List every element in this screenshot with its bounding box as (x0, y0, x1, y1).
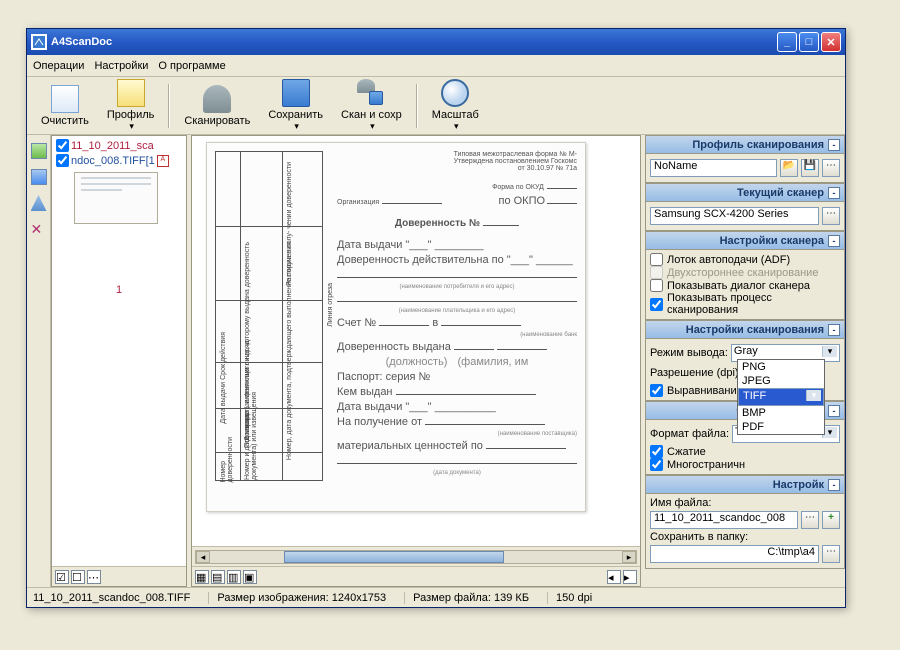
titlebar[interactable]: A4ScanDoc _ □ ✕ (27, 29, 845, 55)
multipage-checkbox[interactable] (650, 458, 663, 471)
thumbnail-image[interactable] (74, 172, 158, 224)
align-checkbox[interactable] (650, 384, 663, 397)
thumb-item[interactable]: 11_10_2011_sca (54, 138, 184, 153)
scan-profile-section: Профиль сканирования- NoName 📂 💾 ⋯ (645, 135, 845, 183)
filename-input[interactable]: 11_10_2011_scandoc_008 (650, 511, 798, 529)
profile-icon (117, 79, 145, 107)
collapse-icon[interactable]: - (828, 324, 840, 336)
separator (416, 84, 418, 128)
rotate-icon[interactable] (31, 195, 47, 211)
format-option[interactable]: JPEG (738, 374, 824, 388)
scanner-section: Текущий сканер- Samsung SCX-4200 Series … (645, 183, 845, 231)
profile-more-button[interactable]: ⋯ (822, 159, 840, 177)
view-mode-icon[interactable]: ▥ (227, 570, 241, 584)
preview-bottom-toolbar: ▦ ▤ ▥ ▣ ◂ ▸ (192, 566, 640, 586)
thumb-checkbox[interactable] (56, 154, 69, 167)
delete-icon[interactable]: ✕ (31, 221, 47, 237)
preview-pane: Номер доверенности Дата выдачи Срок дейс… (191, 135, 641, 587)
window-title: A4ScanDoc (51, 36, 777, 48)
menu-about[interactable]: О программе (158, 60, 225, 72)
deselect-all-icon[interactable]: ☐ (71, 570, 85, 584)
folder-input[interactable]: C:\tmp\a4 (650, 545, 819, 563)
thumbnail-pane: 11_10_2011_sca ndoc_008.TIFF[1 A 1 ☑ ☐ ⋯ (51, 135, 187, 587)
close-button[interactable]: ✕ (821, 32, 841, 52)
folder-more-button[interactable]: ⋯ (822, 545, 840, 563)
filename-more-button[interactable]: ⋯ (801, 511, 819, 529)
status-file-size: Размер файла: 139 КБ (404, 592, 529, 604)
minimize-button[interactable]: _ (777, 32, 797, 52)
document-preview[interactable]: Номер доверенности Дата выдачи Срок дейс… (206, 142, 586, 512)
thumb-menu-icon[interactable]: ⋯ (87, 570, 101, 584)
prev-page-icon[interactable]: ◂ (607, 570, 621, 584)
thumb-item[interactable]: ndoc_008.TIFF[1 A (54, 153, 184, 168)
scanner-more-button[interactable]: ⋯ (822, 207, 840, 225)
menubar: Операции Настройки О программе (27, 55, 845, 77)
horizontal-scrollbar[interactable]: ◂▸ (195, 550, 637, 564)
adf-checkbox[interactable] (650, 253, 663, 266)
scan-button[interactable]: Сканировать (178, 83, 256, 129)
thumb-label: 11_10_2011_sca (71, 140, 154, 152)
profile-save-button[interactable]: 💾 (801, 159, 819, 177)
select-all-icon[interactable]: ☑ (55, 570, 69, 584)
collapse-icon[interactable]: - (828, 235, 840, 247)
format-dropdown[interactable]: PNG JPEG TIFF⧉ BMP PDF (737, 359, 825, 435)
left-toolbar: ✕ (27, 135, 51, 587)
save-page-icon[interactable] (31, 169, 47, 185)
status-filename: 11_10_2011_scandoc_008.TIFF (33, 592, 190, 604)
view-mode-icon[interactable]: ▣ (243, 570, 257, 584)
preview-toolbar: ◂▸ (192, 546, 640, 566)
thumb-label: ndoc_008.TIFF[1 (71, 155, 155, 167)
collapse-icon[interactable]: - (828, 187, 840, 199)
pdf-icon: A (157, 155, 169, 167)
format-option[interactable]: BMP (738, 406, 824, 420)
statusbar: 11_10_2011_scandoc_008.TIFF Размер изобр… (27, 587, 845, 607)
scanner-icon (203, 85, 231, 113)
zoom-icon (441, 79, 469, 107)
next-page-icon[interactable]: ▸ (623, 570, 637, 584)
menu-operations[interactable]: Операции (33, 60, 84, 72)
scan-save-button[interactable]: Скан и сохр (335, 77, 408, 134)
zoom-button[interactable]: Масштаб (426, 77, 485, 134)
document-icon (51, 85, 79, 113)
collapse-icon[interactable]: - (828, 479, 840, 491)
view-mode-icon[interactable]: ▤ (211, 570, 225, 584)
filename-plus-button[interactable]: + (822, 511, 840, 529)
filename-label: Имя файла: (650, 497, 840, 509)
thumb-checkbox[interactable] (56, 139, 69, 152)
view-mode-icon[interactable]: ▦ (195, 570, 209, 584)
thumb-toolbar: ☑ ☐ ⋯ (52, 566, 186, 586)
format-option[interactable]: PNG (738, 360, 824, 374)
output-settings-section: Настройк- Имя файла: 11_10_2011_scandoc_… (645, 475, 845, 569)
status-image-size: Размер изображения: 1240x1753 (208, 592, 386, 604)
scanner-settings-section: Настройки сканера- Лоток автоподачи (ADF… (645, 231, 845, 320)
scanner-name-input[interactable]: Samsung SCX-4200 Series (650, 207, 819, 225)
status-dpi: 150 dpi (547, 592, 592, 604)
folder-label: Сохранить в папку: (650, 531, 840, 543)
profile-open-button[interactable]: 📂 (780, 159, 798, 177)
scan-save-icon (357, 79, 385, 107)
format-option[interactable]: PDF (738, 420, 824, 434)
profile-button[interactable]: Профиль (101, 77, 161, 134)
main-window: A4ScanDoc _ □ ✕ Операции Настройки О про… (26, 28, 846, 608)
save-icon (282, 79, 310, 107)
duplex-checkbox (650, 266, 663, 279)
cursor-icon: ⧉ (811, 390, 819, 404)
app-icon (31, 34, 47, 50)
add-page-icon[interactable] (31, 143, 47, 159)
process-checkbox[interactable] (650, 298, 663, 311)
page-number: 1 (54, 284, 184, 296)
separator (168, 84, 170, 128)
menu-settings[interactable]: Настройки (94, 60, 148, 72)
dialog-checkbox[interactable] (650, 279, 663, 292)
collapse-icon[interactable]: - (828, 139, 840, 151)
format-option-selected[interactable]: TIFF⧉ (738, 388, 824, 406)
collapse-icon[interactable]: - (828, 405, 840, 417)
clear-button[interactable]: Очистить (35, 83, 95, 129)
compress-checkbox[interactable] (650, 445, 663, 458)
profile-name-input[interactable]: NoName (650, 159, 777, 177)
save-button[interactable]: Сохранить (262, 77, 329, 134)
main-toolbar: Очистить Профиль Сканировать Сохранить С… (27, 77, 845, 135)
maximize-button[interactable]: □ (799, 32, 819, 52)
